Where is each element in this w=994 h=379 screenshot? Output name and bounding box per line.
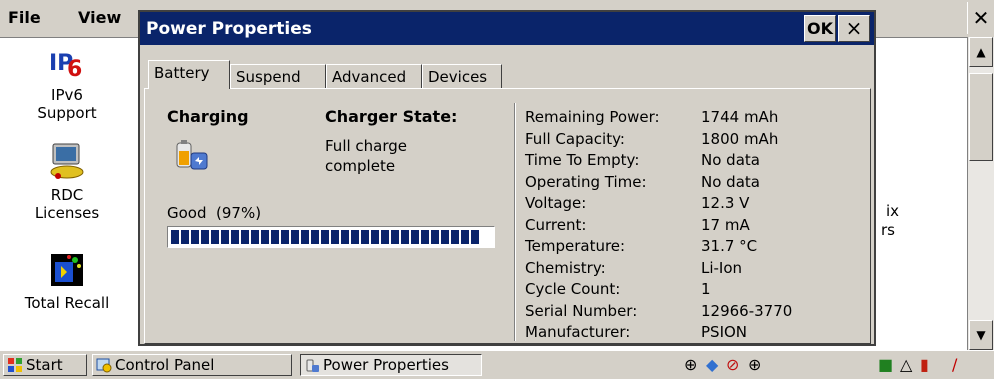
stat-key: Current: [525, 215, 587, 234]
stat-row: Temperature: 31.7 °C [525, 236, 792, 258]
ipv6-support-item[interactable]: IP 6 IPv6 Support [6, 42, 128, 122]
total-recall-item[interactable]: Total Recall [6, 250, 128, 312]
stat-key: Temperature: [525, 237, 626, 255]
stat-key: Manufacturer: [525, 323, 631, 341]
scroll-down-button[interactable]: ▼ [969, 320, 993, 350]
stat-key: Cycle Count: [525, 280, 621, 298]
network-tray-icon[interactable]: ⊕ [684, 355, 697, 374]
charger-state-value-line1: Full charge [325, 137, 408, 155]
stat-value: 1744 mAh [701, 108, 779, 126]
battery-status-label: Good (97%) [167, 204, 262, 222]
control-panel-icon [96, 357, 112, 373]
stat-row: Voltage: 12.3 V [525, 193, 792, 215]
dialog-title: Power Properties [146, 19, 312, 39]
panel-divider [514, 103, 516, 341]
total-recall-label: Total Recall [24, 294, 110, 312]
system-tray: ⊕ ◆ ⊘ ⊕ ■ △ ▮ / [684, 355, 994, 375]
network2-tray-icon[interactable]: ⊕ [748, 355, 761, 374]
control-panel-task-label: Control Panel [115, 356, 215, 374]
charging-label: Charging [167, 107, 249, 126]
partial-label-2: rs [881, 221, 895, 239]
stat-row: Manufacturer: PSION [525, 322, 792, 344]
stat-value: Li-Ion [701, 258, 743, 277]
charger-state-value-line2: complete [325, 157, 396, 175]
start-label: Start [26, 356, 63, 374]
windows-flag-icon [7, 357, 23, 373]
disconnect-tray-icon[interactable]: ⊘ [726, 355, 739, 374]
ipv6-logo-icon: IP 6 [47, 42, 87, 82]
battery-level-bar [167, 226, 495, 248]
stat-key: Voltage: [525, 194, 587, 212]
stat-value: 1 [701, 280, 711, 298]
stat-row: Serial Number: 12966-3770 [525, 301, 792, 323]
stat-row: Time To Empty: No data [525, 150, 792, 172]
stat-row: Operating Time: No data [525, 172, 792, 194]
sync-tray-icon[interactable]: ◆ [706, 355, 718, 374]
stat-key: Serial Number: [525, 301, 638, 320]
rdc-licenses-item[interactable]: RDC Licenses [6, 142, 128, 222]
stat-key: Full Capacity: [525, 129, 625, 148]
charger-state-label: Charger State: [325, 107, 458, 126]
tab-advanced[interactable]: Advanced [326, 64, 422, 88]
power-properties-icon [304, 357, 320, 373]
battery-level-fill [171, 230, 482, 244]
battery-tray-icon[interactable]: ▮ [920, 355, 929, 374]
svg-text:6: 6 [67, 57, 82, 82]
app-tray-icon[interactable]: ■ [878, 355, 893, 374]
lock-tray-icon[interactable]: △ [900, 355, 912, 374]
ipv6-support-label-line2: Support [37, 104, 97, 122]
stat-value: PSION [701, 323, 748, 341]
stat-row: Current: 17 mA [525, 215, 792, 237]
stat-value: 17 mA [701, 215, 750, 234]
stat-row: Chemistry: Li-Ion [525, 258, 792, 280]
stat-value: No data [701, 172, 760, 191]
menu-file[interactable]: File [8, 8, 41, 27]
tab-suspend[interactable]: Suspend [230, 64, 326, 88]
stat-value: 1800 mAh [701, 129, 779, 148]
computer-network-icon [47, 142, 87, 182]
tab-battery[interactable]: Battery [148, 60, 230, 89]
scroll-thumb[interactable] [969, 73, 993, 161]
stat-row: Full Capacity: 1800 mAh [525, 129, 792, 151]
pen-tray-icon[interactable]: / [952, 355, 957, 374]
background-scrollbar[interactable]: ▲ ▼ [967, 37, 994, 350]
stat-key: Operating Time: [525, 172, 647, 191]
stat-value: 12966-3770 [701, 301, 793, 320]
ok-button[interactable]: OK [804, 15, 836, 42]
scroll-up-button[interactable]: ▲ [969, 37, 993, 67]
stat-key: Time To Empty: [525, 151, 640, 169]
stat-key: Chemistry: [525, 258, 606, 277]
stat-value: No data [701, 151, 760, 169]
stat-row: Remaining Power: 1744 mAh [525, 107, 792, 129]
stat-value: 12.3 V [701, 194, 750, 212]
taskbar-control-panel[interactable]: Control Panel [92, 354, 292, 376]
total-recall-icon [47, 250, 87, 290]
close-button[interactable]: × [838, 15, 870, 42]
battery-tab-panel: Charging Charger State: Full charge comp… [144, 88, 871, 344]
taskbar: Start Control Panel Power Properties ⊕ ◆… [0, 350, 994, 379]
partial-label-1: ix [886, 202, 900, 220]
rdc-licenses-label-line1: RDC [50, 186, 84, 204]
background-close-button[interactable]: ✕ [967, 2, 994, 34]
rdc-licenses-label-line2: Licenses [34, 204, 100, 222]
stat-row: Cycle Count: 1 [525, 279, 792, 301]
ipv6-support-label-line1: IPv6 [51, 86, 83, 104]
start-button[interactable]: Start [3, 354, 87, 376]
stat-value: 31.7 °C [701, 237, 758, 255]
tab-devices[interactable]: Devices [422, 64, 502, 88]
battery-charging-icon [171, 135, 211, 175]
stat-key: Remaining Power: [525, 108, 660, 126]
power-properties-task-label: Power Properties [323, 356, 449, 374]
battery-stats: Remaining Power: 1744 mAh Full Capacity: 18… [525, 107, 792, 344]
dialog-titlebar: Power Properties OK × [140, 12, 874, 45]
menu-view[interactable]: View [78, 8, 121, 27]
taskbar-power-properties[interactable]: Power Properties [300, 354, 482, 376]
power-properties-dialog: Power Properties OK × Battery Suspend Ad… [138, 10, 876, 346]
